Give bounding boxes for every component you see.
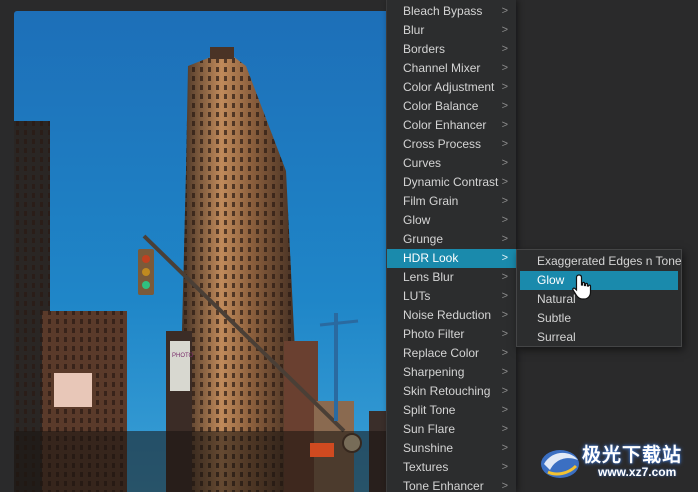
menu-item-photo-filter[interactable]: Photo Filter > <box>387 325 516 344</box>
menu-item-label: HDR Look <box>403 251 459 265</box>
hdr-look-submenu: Exaggerated Edges n Tone Glow Natural Subtl… <box>516 249 682 347</box>
chevron-right-icon: > <box>501 24 508 36</box>
menu-item-label: Glow <box>403 213 431 227</box>
menu-item-label: Blur <box>403 23 425 37</box>
watermark-swirl-icon <box>541 450 579 478</box>
chevron-right-icon: > <box>501 290 508 302</box>
watermark-logo: 极光下载站 www.xz7.com <box>536 438 694 486</box>
chevron-right-icon: > <box>501 366 508 378</box>
menu-item-split-tone[interactable]: Split Tone > <box>387 401 516 420</box>
menu-item-label: Color Balance <box>403 99 479 113</box>
chevron-right-icon: > <box>501 62 508 74</box>
menu-item-borders[interactable]: Borders > <box>387 40 516 59</box>
menu-item-label: Dynamic Contrast <box>403 175 499 189</box>
menu-item-luts[interactable]: LUTs > <box>387 287 516 306</box>
submenu-item-natural[interactable]: Natural <box>520 290 678 309</box>
menu-item-noise-reduction[interactable]: Noise Reduction > <box>387 306 516 325</box>
menu-item-label: Curves <box>403 156 442 170</box>
menu-item-label: Sunshine <box>403 441 454 455</box>
menu-item-tone-enhancer[interactable]: Tone Enhancer > <box>387 477 516 492</box>
chevron-right-icon: > <box>501 385 508 397</box>
menu-item-color-enhancer[interactable]: Color Enhancer > <box>387 116 516 135</box>
menu-item-label: Film Grain <box>403 194 459 208</box>
menu-item-bleach-bypass[interactable]: Bleach Bypass > <box>387 2 516 21</box>
menu-item-glow[interactable]: Glow > <box>387 211 516 230</box>
chevron-right-icon: > <box>501 176 508 188</box>
submenu-item-glow[interactable]: Glow <box>520 271 678 290</box>
chevron-right-icon: > <box>501 119 508 131</box>
menu-item-cross-process[interactable]: Cross Process > <box>387 135 516 154</box>
menu-item-label: Noise Reduction <box>403 308 492 322</box>
chevron-right-icon: > <box>501 195 508 207</box>
chevron-right-icon: > <box>501 252 508 264</box>
menu-item-label: Color Enhancer <box>403 118 487 132</box>
menu-item-label: Bleach Bypass <box>403 4 483 18</box>
chevron-right-icon: > <box>501 233 508 245</box>
menu-item-channel-mixer[interactable]: Channel Mixer > <box>387 59 516 78</box>
watermark-title: 极光下载站 <box>582 445 683 466</box>
menu-item-dynamic-contrast[interactable]: Dynamic Contrast > <box>387 173 516 192</box>
menu-item-label: Borders <box>403 42 446 56</box>
menu-item-lens-blur[interactable]: Lens Blur > <box>387 268 516 287</box>
menu-item-label: Skin Retouching <box>403 384 491 398</box>
menu-item-label: Channel Mixer <box>403 61 481 75</box>
chevron-right-icon: > <box>501 480 508 492</box>
menu-item-label: LUTs <box>403 289 431 303</box>
menu-item-blur[interactable]: Blur > <box>387 21 516 40</box>
chevron-right-icon: > <box>501 43 508 55</box>
menu-item-curves[interactable]: Curves > <box>387 154 516 173</box>
filter-menu: Bleach Bypass > Blur > Borders > Channel Mixer… <box>386 0 516 492</box>
menu-item-label: Tone Enhancer <box>403 479 484 492</box>
menu-item-textures[interactable]: Textures > <box>387 458 516 477</box>
chevron-right-icon: > <box>501 461 508 473</box>
billboard-text: PHOTO <box>172 353 194 359</box>
menu-item-label: Color Adjustment <box>403 80 495 94</box>
chevron-right-icon: > <box>501 81 508 93</box>
menu-item-label: Sharpening <box>403 365 465 379</box>
chevron-right-icon: > <box>501 347 508 359</box>
menu-item-skin-retouching[interactable]: Skin Retouching > <box>387 382 516 401</box>
submenu-item-exaggerated-edges-n-tone[interactable]: Exaggerated Edges n Tone <box>520 252 682 271</box>
chevron-right-icon: > <box>501 100 508 112</box>
submenu-item-surreal[interactable]: Surreal <box>520 328 678 347</box>
menu-item-sunshine[interactable]: Sunshine > <box>387 439 516 458</box>
menu-item-label: Cross Process <box>403 137 482 151</box>
chevron-right-icon: > <box>501 138 508 150</box>
submenu-item-subtle[interactable]: Subtle <box>520 309 678 328</box>
menu-item-label: Lens Blur <box>403 270 454 284</box>
menu-item-label: Split Tone <box>403 403 456 417</box>
menu-item-hdr-look[interactable]: HDR Look > <box>387 249 516 268</box>
menu-item-replace-color[interactable]: Replace Color > <box>387 344 516 363</box>
menu-item-film-grain[interactable]: Film Grain > <box>387 192 516 211</box>
chevron-right-icon: > <box>501 157 508 169</box>
hand-cursor-icon <box>572 274 592 300</box>
photo-canvas: PHOTO <box>14 11 386 492</box>
menu-item-color-adjustment[interactable]: Color Adjustment > <box>387 78 516 97</box>
menu-item-sun-flare[interactable]: Sun Flare > <box>387 420 516 439</box>
chevron-right-icon: > <box>501 328 508 340</box>
menu-item-label: Textures <box>403 460 449 474</box>
chevron-right-icon: > <box>501 309 508 321</box>
chevron-right-icon: > <box>501 214 508 226</box>
chevron-right-icon: > <box>501 442 508 454</box>
menu-item-sharpening[interactable]: Sharpening > <box>387 363 516 382</box>
menu-item-label: Photo Filter <box>403 327 465 341</box>
watermark-url: www.xz7.com <box>598 465 677 479</box>
menu-item-label: Replace Color <box>403 346 480 360</box>
chevron-right-icon: > <box>501 5 508 17</box>
menu-item-grunge[interactable]: Grunge > <box>387 230 516 249</box>
photo-image: PHOTO <box>14 11 386 492</box>
menu-item-color-balance[interactable]: Color Balance > <box>387 97 516 116</box>
chevron-right-icon: > <box>501 423 508 435</box>
chevron-right-icon: > <box>501 271 508 283</box>
chevron-right-icon: > <box>501 404 508 416</box>
menu-item-label: Grunge <box>403 232 444 246</box>
menu-item-label: Sun Flare <box>403 422 456 436</box>
